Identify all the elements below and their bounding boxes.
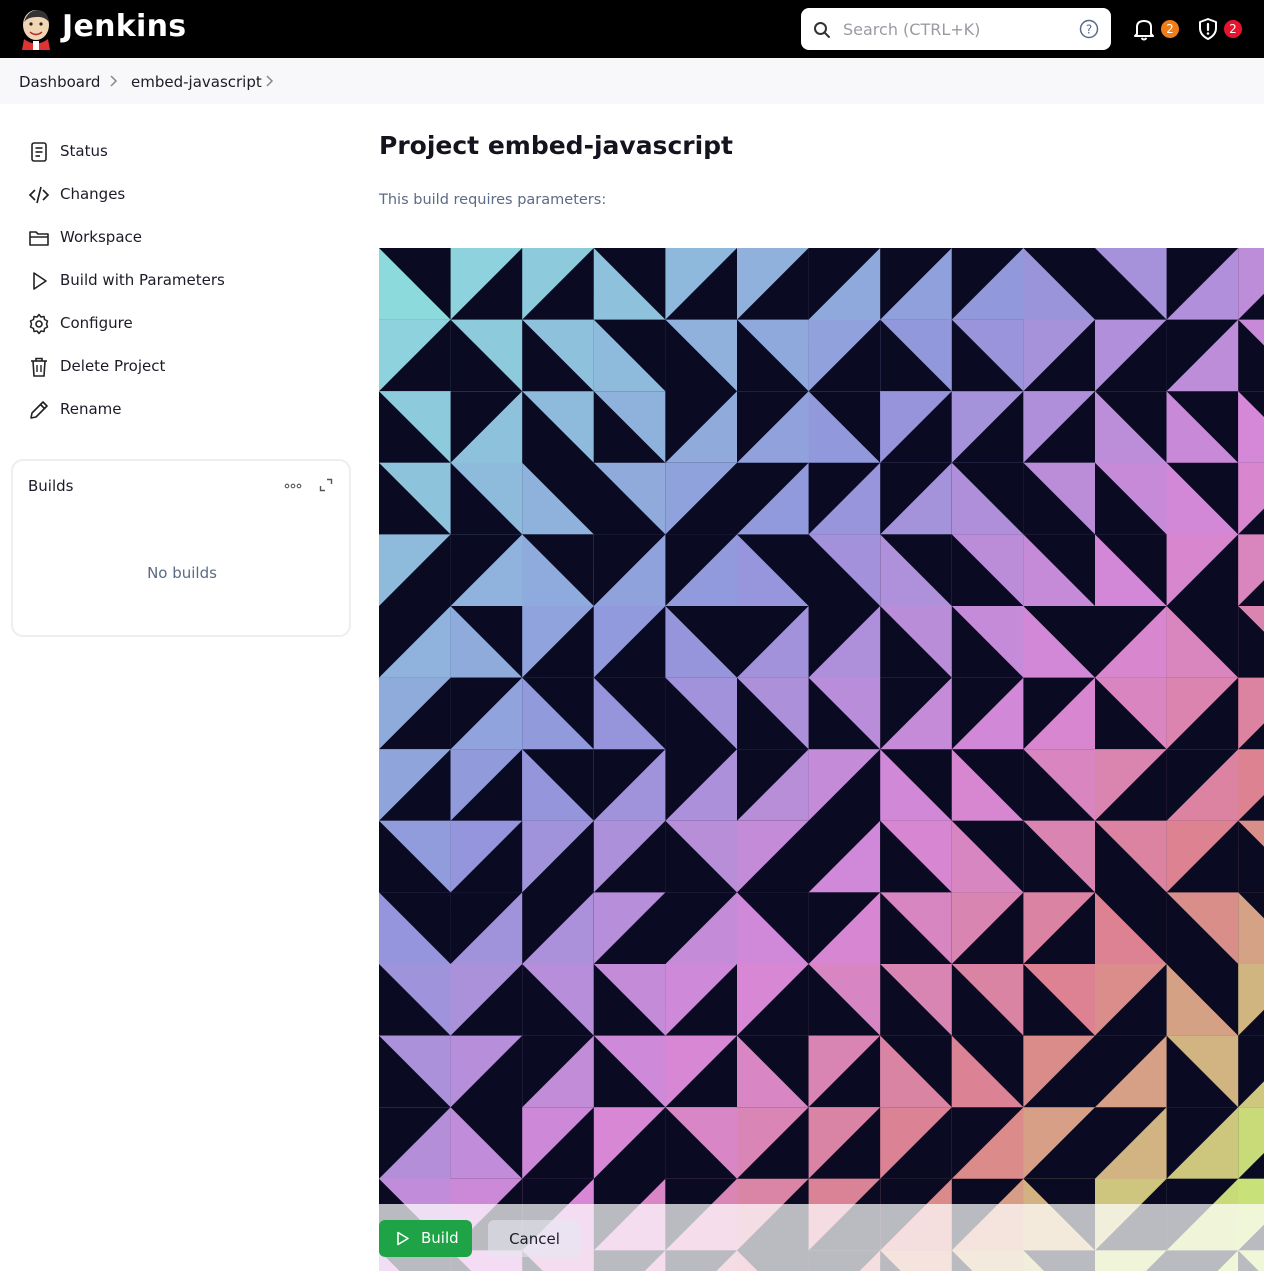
form-footer: Build Cancel: [379, 1204, 1264, 1271]
sidebar-item-rename[interactable]: Rename: [24, 392, 344, 428]
trash-icon: [31, 357, 47, 377]
code-icon: [28, 186, 50, 204]
sidebar-item-label: Changes: [60, 185, 126, 203]
bell-icon[interactable]: [1131, 16, 1157, 42]
builds-title: Builds: [28, 477, 74, 495]
sidebar-item-status[interactable]: Status: [24, 134, 344, 170]
build-button[interactable]: Build: [379, 1220, 472, 1257]
search-input[interactable]: [843, 14, 1073, 44]
play-icon: [33, 272, 47, 290]
breadcrumb-project[interactable]: embed-javascript: [131, 73, 262, 91]
pencil-icon: [30, 401, 48, 419]
search-box[interactable]: ?: [801, 8, 1111, 50]
builds-panel: Builds No builds: [11, 459, 351, 637]
expand-icon[interactable]: [319, 478, 333, 492]
shield-alert-icon[interactable]: [1195, 16, 1221, 42]
notifications-badge[interactable]: 2: [1161, 20, 1179, 38]
sidebar-item-label: Workspace: [60, 228, 142, 246]
sidebar-item-label: Rename: [60, 400, 122, 418]
sidebar-item-label: Build with Parameters: [60, 271, 225, 289]
sidebar-item-label: Configure: [60, 314, 133, 332]
embedded-pattern-image: [379, 248, 1264, 1271]
no-builds-message: No builds: [147, 564, 217, 582]
play-icon: [397, 1231, 409, 1246]
breadcrumb: Dashboard embed-javascript: [0, 58, 1264, 104]
security-badge[interactable]: 2: [1224, 20, 1242, 38]
sidebar-item-delete-project[interactable]: Delete Project: [24, 349, 344, 385]
sidebar-item-label: Delete Project: [60, 357, 166, 375]
brand-title[interactable]: Jenkins: [62, 9, 186, 44]
svg-text:?: ?: [1086, 23, 1092, 37]
top-header: Jenkins ? 2 2: [0, 0, 1264, 58]
sidebar-item-changes[interactable]: Changes: [24, 177, 344, 213]
folder-icon: [29, 231, 49, 246]
sidebar-item-workspace[interactable]: Workspace: [24, 220, 344, 256]
parameters-description: This build requires parameters:: [379, 192, 607, 208]
cancel-button[interactable]: Cancel: [488, 1220, 581, 1257]
breadcrumb-dashboard[interactable]: Dashboard: [19, 73, 100, 91]
page-title: Project embed-javascript: [379, 131, 734, 160]
chevron-right-icon[interactable]: [264, 74, 274, 88]
gear-icon: [29, 313, 49, 335]
sidebar-item-label: Status: [60, 142, 108, 160]
more-options-icon[interactable]: [283, 479, 303, 493]
sidebar-item-configure[interactable]: Configure: [24, 306, 344, 342]
help-icon[interactable]: ?: [1079, 19, 1099, 39]
status-icon: [31, 142, 47, 162]
sidebar-item-build-with-parameters[interactable]: Build with Parameters: [24, 263, 344, 299]
chevron-right-icon: [110, 75, 118, 87]
search-icon: [814, 22, 830, 38]
jenkins-logo-icon[interactable]: [18, 8, 54, 50]
build-button-label: Build: [421, 1229, 459, 1247]
